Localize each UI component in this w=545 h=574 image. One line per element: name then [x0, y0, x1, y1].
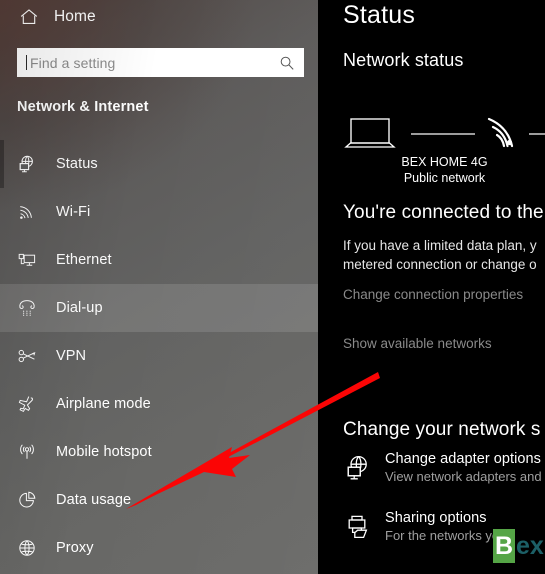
sidebar-nav-list: Status Wi-Fi Ethernet Dial-up VPN Airpla… — [0, 140, 318, 572]
sidebar-item-ethernet[interactable]: Ethernet — [0, 236, 318, 284]
search-input[interactable]: Find a setting — [17, 48, 304, 77]
sidebar-item-proxy[interactable]: Proxy — [0, 524, 318, 572]
vpn-key-icon — [14, 344, 40, 368]
sidebar-item-label: Data usage — [56, 492, 132, 508]
option-title: Change adapter options — [385, 451, 541, 467]
home-nav-button[interactable]: Home — [0, 0, 318, 34]
connection-status-text: You're connected to the I — [343, 202, 545, 223]
wifi-signal-icon — [487, 117, 514, 148]
sidebar-item-label: Wi-Fi — [56, 204, 91, 220]
wifi-icon — [14, 200, 40, 224]
status-desc-line-1: If you have a limited data plan, y — [343, 238, 537, 253]
option-subtitle: For the networks yo — [385, 528, 500, 543]
sidebar-item-label: Status — [56, 156, 98, 172]
option-subtitle: View network adapters and c — [385, 469, 545, 484]
network-name: BEX HOME 4G — [401, 155, 488, 169]
sidebar-item-data-usage[interactable]: Data usage — [0, 476, 318, 524]
sidebar-item-airplane-mode[interactable]: Airplane mode — [0, 380, 318, 428]
adapter-globe-icon — [341, 451, 375, 485]
network-status-heading: Network status — [343, 50, 464, 70]
home-icon — [18, 6, 40, 28]
airplane-icon — [14, 392, 40, 416]
sidebar-item-label: Airplane mode — [56, 396, 151, 412]
connection-status-description: If you have a limited data plan, y meter… — [343, 236, 545, 274]
sidebar-item-label: Ethernet — [56, 252, 112, 268]
ethernet-icon — [14, 248, 40, 272]
sidebar-item-label: Proxy — [56, 540, 94, 556]
globe-icon — [14, 536, 40, 560]
status-page: Status Network status BEX HOME 4G Public… — [318, 0, 545, 574]
watermark-logo: B ex — [493, 529, 544, 563]
search-icon[interactable] — [279, 55, 295, 71]
show-available-networks-link[interactable]: Show available networks — [343, 336, 492, 351]
search-placeholder: Find a setting — [30, 54, 116, 71]
change-adapter-options-row[interactable]: Change adapter options View network adap… — [341, 450, 545, 486]
watermark-text: ex — [516, 531, 544, 560]
sidebar-item-dialup[interactable]: Dial-up — [0, 284, 318, 332]
laptop-icon — [344, 118, 396, 148]
network-status-icon — [14, 152, 40, 176]
watermark-badge: B — [493, 529, 515, 563]
change-network-settings-heading: Change your network s — [343, 419, 541, 440]
hotspot-icon — [14, 440, 40, 464]
change-adapter-options-text: Change adapter options View network adap… — [385, 450, 545, 486]
sidebar-item-label: VPN — [56, 348, 87, 364]
text-caret — [26, 55, 27, 70]
page-title: Status — [343, 1, 416, 29]
sidebar-item-wifi[interactable]: Wi-Fi — [0, 188, 318, 236]
sidebar-section-title: Network & Internet — [17, 99, 149, 115]
data-usage-pie-icon — [14, 488, 40, 512]
change-connection-properties-link[interactable]: Change connection properties — [343, 287, 523, 302]
home-nav-label: Home — [54, 8, 96, 25]
status-desc-line-2: metered connection or change o — [343, 257, 537, 272]
sidebar-item-label: Mobile hotspot — [56, 444, 152, 460]
sidebar-item-status[interactable]: Status — [0, 140, 318, 188]
sidebar-item-label: Dial-up — [56, 300, 103, 316]
sharing-printer-icon — [341, 510, 375, 544]
settings-window: Home Find a setting Network & Internet S… — [0, 0, 545, 574]
sidebar-item-vpn[interactable]: VPN — [0, 332, 318, 380]
network-kind: Public network — [403, 171, 486, 185]
network-diagram — [343, 115, 545, 160]
settings-sidebar: Home Find a setting Network & Internet S… — [0, 0, 318, 574]
dialup-phone-icon — [14, 296, 40, 320]
sidebar-item-mobile-hotspot[interactable]: Mobile hotspot — [0, 428, 318, 476]
option-title: Sharing options — [385, 510, 487, 526]
